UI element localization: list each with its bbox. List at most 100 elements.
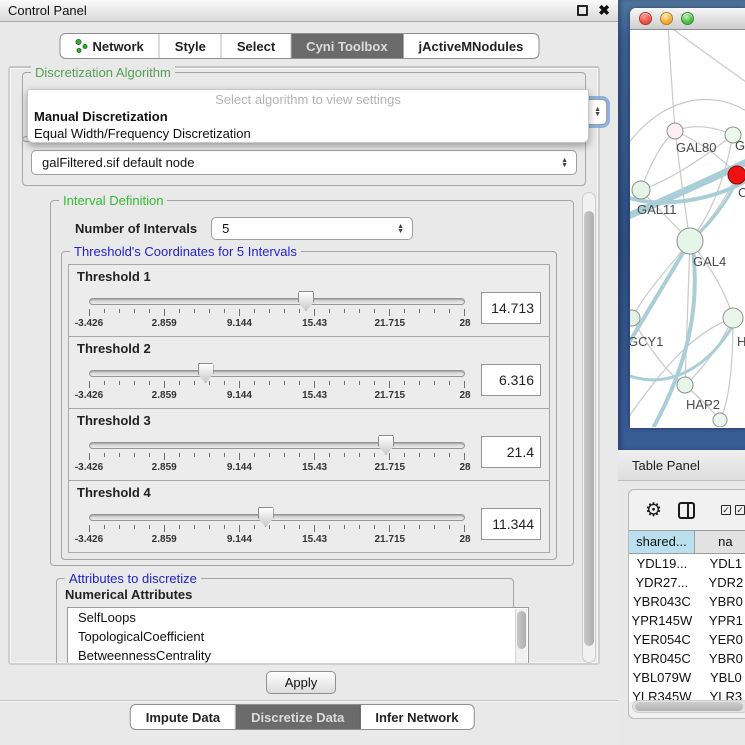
- control-panel-titlebar: Control Panel ✖: [0, 0, 618, 22]
- threshold-slider[interactable]: -3.4262.8599.14415.4321.71528: [89, 286, 465, 330]
- table-data-value: galFiltered.sif default node: [42, 155, 194, 170]
- network-node[interactable]: [713, 413, 727, 427]
- threshold-value-field[interactable]: 6.316: [481, 364, 541, 396]
- attributes-list-scrollbar[interactable]: [515, 609, 527, 663]
- slider-track[interactable]: [89, 442, 465, 449]
- table-cell: YPR1: [695, 611, 745, 630]
- apply-button[interactable]: Apply: [266, 671, 336, 694]
- table-row[interactable]: YPR145WYPR1: [629, 611, 745, 630]
- tab-infer-network[interactable]: Infer Network: [360, 705, 473, 729]
- slider-handle[interactable]: [258, 507, 274, 527]
- network-canvas[interactable]: GAL80GACGAL11GAL4GCY1HHAP2: [630, 30, 745, 427]
- table-row[interactable]: YDR27...YDR2: [629, 573, 745, 592]
- attribute-list-item[interactable]: SelfLoops: [68, 608, 528, 627]
- table-row[interactable]: YBR043CYBR0: [629, 592, 745, 611]
- network-node[interactable]: [632, 181, 650, 199]
- float-icon[interactable]: [577, 5, 588, 16]
- table-cell: YDR27...: [629, 573, 695, 592]
- network-node[interactable]: [667, 123, 683, 139]
- network-window-titlebar: [630, 8, 745, 30]
- table-row[interactable]: YER054CYER0: [629, 630, 745, 649]
- close-icon[interactable]: ✖: [598, 5, 610, 16]
- threshold-coordinates-group: Threshold's Coordinates for 5 Intervals …: [61, 251, 557, 560]
- scale-tick-label: 9.144: [227, 534, 252, 545]
- table-row[interactable]: YDL19...YDL1: [629, 554, 745, 573]
- split-columns-icon[interactable]: [678, 502, 695, 519]
- threshold-panel: Threshold 1-3.4262.8599.14415.4321.71528…: [68, 264, 550, 337]
- scale-tick-label: 15.43: [302, 534, 327, 545]
- combo-arrows-icon: ▲▼: [397, 224, 404, 234]
- close-traffic-light[interactable]: [639, 12, 652, 25]
- threshold-slider[interactable]: -3.4262.8599.14415.4321.71528: [89, 430, 465, 474]
- dropdown-option[interactable]: Manual Discretization: [28, 108, 588, 125]
- slider-scale-labels: -3.4262.8599.14415.4321.71528: [89, 534, 465, 546]
- slider-track[interactable]: [89, 298, 465, 305]
- attribute-list-item[interactable]: BetweennessCentrality: [68, 646, 528, 663]
- network-node-label: GAL4: [693, 254, 726, 269]
- attribute-list-item[interactable]: TopologicalCoefficient: [68, 627, 528, 646]
- slider-ticks: [89, 381, 465, 389]
- scale-tick-label: -3.426: [75, 390, 103, 401]
- network-node-label: GAL80: [676, 140, 716, 155]
- dropdown-option[interactable]: Equal Width/Frequency Discretization: [28, 125, 588, 142]
- divider: [0, 700, 618, 701]
- tab-network[interactable]: Network: [60, 34, 159, 58]
- table-card: ⚙ ✓ ✓ shared...na YDL19...YDL1YDR27...YD…: [628, 489, 745, 719]
- tab-style[interactable]: Style: [160, 34, 222, 58]
- table-row[interactable]: YBL079WYBL0: [629, 668, 745, 687]
- network-node[interactable]: [728, 166, 745, 184]
- table-rows: YDL19...YDL1YDR27...YDR2YBR043CYBR0YPR14…: [629, 554, 745, 702]
- scale-tick-label: 2.859: [152, 462, 177, 473]
- threshold-slider[interactable]: -3.4262.8599.14415.4321.71528: [89, 358, 465, 402]
- network-node[interactable]: [723, 308, 743, 328]
- table-row[interactable]: YBR045CYBR0: [629, 649, 745, 668]
- table-cell: YBR045C: [629, 649, 695, 668]
- threshold-slider[interactable]: -3.4262.8599.14415.4321.71528: [89, 502, 465, 546]
- threshold-value-field[interactable]: 21.4: [481, 436, 541, 468]
- tab-label: Impute Data: [146, 710, 220, 725]
- table-data-combobox[interactable]: galFiltered.sif default node ▲▼: [31, 150, 577, 175]
- slider-track[interactable]: [89, 514, 465, 521]
- tab-cyni-toolbox[interactable]: Cyni Toolbox: [291, 34, 403, 58]
- network-node[interactable]: [677, 228, 703, 254]
- checkbox-icon[interactable]: ✓: [721, 505, 731, 515]
- slider-scale-labels: -3.4262.8599.14415.4321.71528: [89, 390, 465, 402]
- interval-definition-group: Interval Definition Number of Intervals …: [50, 200, 574, 566]
- discretization-algorithm-title: Discretization Algorithm: [31, 65, 175, 80]
- column-header[interactable]: na: [695, 531, 745, 554]
- threshold-value-field[interactable]: 14.713: [481, 292, 541, 324]
- slider-handle[interactable]: [298, 291, 314, 311]
- control-panel: Control Panel ✖ NetworkStyleSelect Cyni T…: [0, 0, 618, 745]
- table-toolbar: ⚙ ✓ ✓: [629, 490, 745, 530]
- slider-handle[interactable]: [378, 435, 394, 455]
- table-horizontal-scrollbar[interactable]: [632, 700, 745, 713]
- slider-track[interactable]: [89, 370, 465, 377]
- tab-discretize-data[interactable]: Discretize Data: [236, 705, 360, 729]
- threshold-coordinates-title: Threshold's Coordinates for 5 Intervals: [70, 244, 301, 259]
- settings-panel: Discretization Algorithm ▲▼ Select algor…: [8, 66, 600, 665]
- tab-impute-data[interactable]: Impute Data: [131, 705, 236, 729]
- settings-scrollbar[interactable]: [582, 192, 596, 663]
- tab-jactivemnodules[interactable]: jActiveMNodules: [404, 34, 539, 58]
- scale-tick-label: 28: [459, 534, 470, 545]
- table-data-group: Table Data galFiltered.sif default node …: [22, 136, 586, 186]
- checkbox-icon[interactable]: ✓: [735, 505, 745, 515]
- zoom-traffic-light[interactable]: [681, 12, 694, 25]
- threshold-value-field[interactable]: 11.344: [481, 508, 541, 540]
- table-cell: YER0: [695, 630, 745, 649]
- scale-tick-label: -3.426: [75, 318, 103, 329]
- scale-tick-label: 28: [459, 390, 470, 401]
- network-node[interactable]: [677, 377, 693, 393]
- table-cell: YDR2: [695, 573, 745, 592]
- gear-icon[interactable]: ⚙: [645, 501, 662, 520]
- tab-select[interactable]: Select: [222, 34, 291, 58]
- column-header[interactable]: shared...: [629, 531, 695, 554]
- table-cell: YBR043C: [629, 592, 695, 611]
- slider-handle[interactable]: [198, 363, 214, 383]
- number-of-intervals-combobox[interactable]: 5 ▲▼: [211, 217, 413, 240]
- attributes-title: Attributes to discretize: [65, 571, 201, 586]
- tab-label: Cyni Toolbox: [306, 39, 387, 54]
- table-panel-body: ⚙ ✓ ✓ shared...na YDL19...YDL1YDR27...YD…: [618, 481, 745, 745]
- minimize-traffic-light[interactable]: [660, 12, 673, 25]
- numerical-attributes-list[interactable]: SelfLoopsTopologicalCoefficientBetweenne…: [67, 607, 529, 663]
